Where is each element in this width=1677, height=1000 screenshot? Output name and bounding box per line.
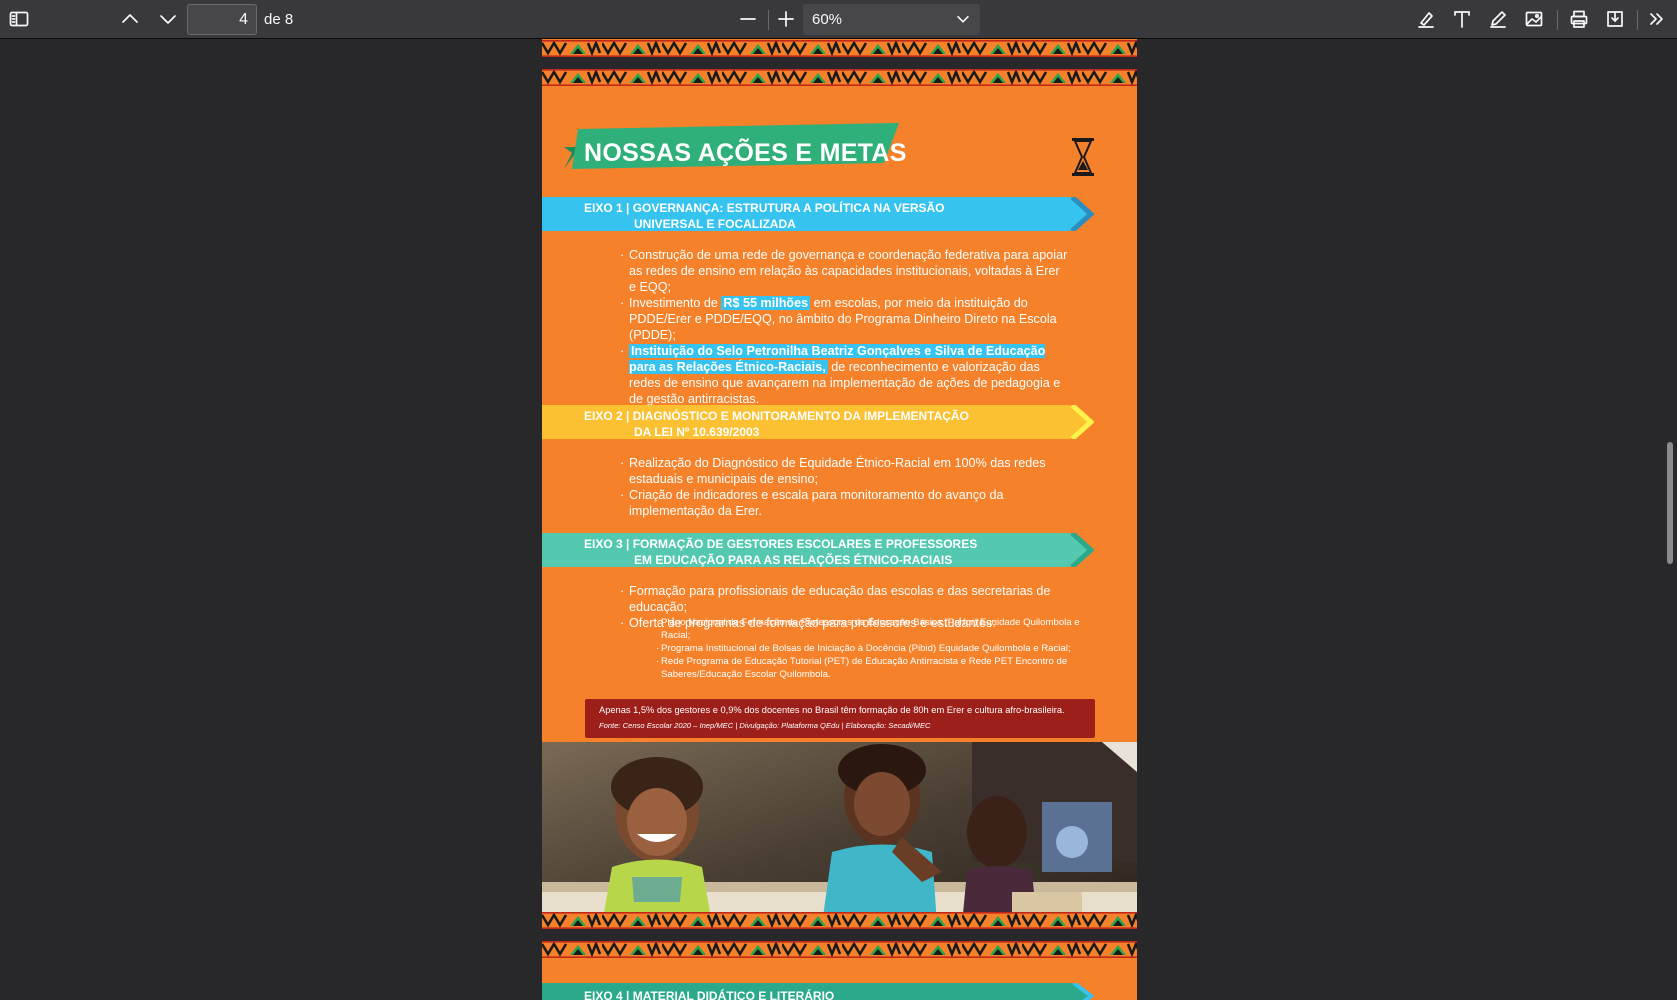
- save-icon[interactable]: [1600, 4, 1630, 34]
- page-title: NOSSAS AÇÕES E METAS: [584, 139, 907, 167]
- list-item: Criação de indicadores e escala para mon…: [620, 487, 1068, 519]
- chevron-down-icon[interactable]: [153, 4, 183, 34]
- eixo-4-title: EIXO 4 | MATERIAL DIDÁTICO E LITERÁRIO: [584, 989, 835, 1000]
- plus-icon[interactable]: [771, 4, 801, 34]
- eixo-2-bullets: Realização do Diagnóstico de Equidade Ét…: [620, 455, 1068, 519]
- eixo-3-sub-bullets: Plano Nacional de Formação de Professore…: [656, 616, 1086, 681]
- eixo-3-title-line1: EIXO 3 | FORMAÇÃO DE GESTORES ESCOLARES …: [584, 537, 978, 551]
- sub-list-item: Programa Institucional de Bolsas de Inic…: [656, 642, 1086, 655]
- list-item: Construção de uma rede de governança e c…: [620, 247, 1068, 295]
- tribal-border: [542, 912, 1137, 929]
- statistic-callout: Apenas 1,5% dos gestores e 0,9% dos doce…: [585, 699, 1095, 738]
- toolbar-divider: [768, 10, 769, 30]
- page-total-label: de 8: [264, 11, 294, 28]
- chevron-up-icon[interactable]: [115, 4, 145, 34]
- eixo-3-title-line2: EM EDUCAÇÃO PARA AS RELAÇÕES ÉTNICO-RACI…: [634, 553, 953, 567]
- sub-list-item: Rede Programa de Educação Tutorial (PET)…: [656, 655, 1086, 681]
- minus-icon[interactable]: [733, 4, 763, 34]
- bullet-text: Investimento de: [629, 296, 722, 310]
- eixo-2-title-line1: EIXO 2 | DIAGNÓSTICO E MONITORAMENTO DA …: [584, 409, 969, 423]
- callout-source: Fonte: Censo Escolar 2020 – Inep/MEC | D…: [599, 721, 931, 730]
- document-viewer[interactable]: NOSSAS AÇÕES E METAS EIXO 1 | GOVERNANÇA…: [0, 39, 1677, 1000]
- text-icon[interactable]: [1447, 4, 1477, 34]
- more-tools-icon[interactable]: [1642, 4, 1672, 34]
- print-icon[interactable]: [1564, 4, 1594, 34]
- eixo-1-bullets: Construção de uma rede de governança e c…: [620, 247, 1068, 407]
- eixo-1-title-line2: UNIVERSAL E FOCALIZADA: [634, 217, 796, 231]
- list-item: Realização do Diagnóstico de Equidade Ét…: [620, 455, 1068, 487]
- tribal-border: [542, 941, 1137, 958]
- image-icon[interactable]: [1519, 4, 1549, 34]
- tribal-border: [542, 40, 1137, 57]
- hourglass-icon: [1072, 138, 1094, 176]
- scrollbar-thumb[interactable]: [1667, 442, 1673, 564]
- zoom-value: 60%: [812, 11, 843, 28]
- sidebar-toggle-icon[interactable]: [4, 4, 34, 34]
- eixo-1-title-line1: EIXO 1 | GOVERNANÇA: ESTRUTURA A POLÍTIC…: [584, 201, 945, 215]
- callout-text: Apenas 1,5% dos gestores e 0,9% dos doce…: [599, 705, 1065, 715]
- eixo-3-title: EIXO 3 | FORMAÇÃO DE GESTORES ESCOLARES …: [584, 536, 977, 568]
- list-item: Investimento de R$ 55 milhões em escolas…: [620, 295, 1068, 343]
- highlighted-amount: R$ 55 milhões: [721, 296, 811, 310]
- previous-page: [542, 39, 1137, 57]
- list-item: Formação para profissionais de educação …: [620, 583, 1068, 615]
- pdf-toolbar: de 8 60%: [0, 0, 1677, 39]
- list-item: Instituição do Selo Petronilha Beatriz G…: [620, 343, 1068, 407]
- eixo-2-title: EIXO 2 | DIAGNÓSTICO E MONITORAMENTO DA …: [584, 408, 969, 440]
- pdf-page: NOSSAS AÇÕES E METAS EIXO 1 | GOVERNANÇA…: [542, 69, 1137, 929]
- zoom-select[interactable]: 60%: [803, 4, 980, 35]
- draw-icon[interactable]: [1483, 4, 1513, 34]
- tribal-border: [542, 69, 1137, 86]
- toolbar-divider: [1557, 10, 1558, 30]
- highlight-icon[interactable]: [1411, 4, 1441, 34]
- chevron-down-icon: [954, 10, 972, 32]
- students-photo: [542, 742, 1137, 924]
- toolbar-divider: [1637, 10, 1638, 30]
- next-page: EIXO 4 | MATERIAL DIDÁTICO E LITERÁRIO: [542, 941, 1137, 1000]
- eixo-2-title-line2: DA LEI Nº 10.639/2003: [634, 425, 760, 439]
- sub-list-item: Plano Nacional de Formação de Professore…: [656, 616, 1086, 642]
- eixo-1-title: EIXO 1 | GOVERNANÇA: ESTRUTURA A POLÍTIC…: [584, 200, 945, 232]
- page-number-input[interactable]: [187, 4, 257, 35]
